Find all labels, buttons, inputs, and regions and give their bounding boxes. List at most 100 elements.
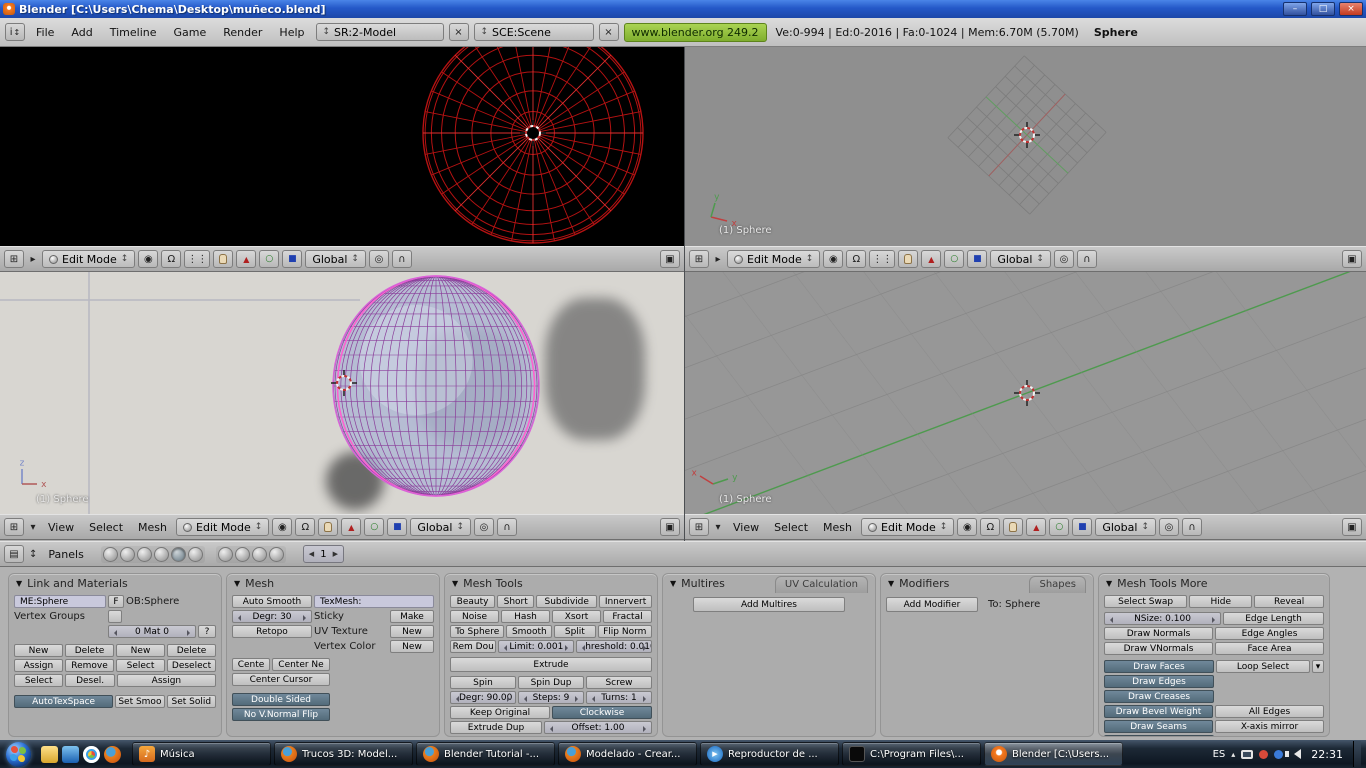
orientation-dropdown[interactable]: Global ↕ — [1095, 518, 1156, 536]
extrude-dup-button[interactable]: Extrude Dup — [450, 721, 542, 734]
manipulator-rotate-icon[interactable]: ○ — [364, 518, 385, 536]
double-sided-toggle[interactable]: Double Sided — [232, 693, 330, 706]
proportional-edit-dropdown[interactable]: ◎ — [1053, 250, 1074, 268]
layer-dots-icon[interactable]: ⋮⋮ — [869, 250, 896, 268]
steps-field[interactable]: Steps: 9 — [518, 691, 584, 704]
minimize-button[interactable]: – — [1283, 2, 1307, 16]
tab-shapes[interactable]: Shapes — [1029, 576, 1086, 593]
snap-icon[interactable]: ∩ — [496, 518, 517, 536]
context-editing-icon[interactable] — [170, 546, 186, 562]
viewport-user-persp-top[interactable]: xy (1) Sphere — [685, 47, 1366, 246]
context-scene-icon[interactable] — [187, 546, 203, 562]
start-button[interactable] — [6, 741, 31, 767]
retopo-toggle[interactable]: Retopo — [232, 625, 312, 638]
viewport-shading-dropdown[interactable]: ◉ — [823, 250, 844, 268]
menu-mesh[interactable]: Mesh — [132, 520, 173, 535]
draw-vnormals-toggle[interactable]: Draw VNormals — [1104, 642, 1213, 655]
panel-header[interactable]: ▼ Multires — [670, 577, 725, 590]
decrement-icon[interactable]: ◀ — [309, 550, 314, 558]
menu-view[interactable]: View — [42, 520, 80, 535]
manipulator-scale-icon[interactable]: ■ — [967, 250, 988, 268]
smooth-button[interactable]: Smooth — [506, 625, 553, 638]
maximize-button[interactable]: □ — [1311, 2, 1335, 16]
proportional-edit-dropdown[interactable]: ◎ — [473, 518, 494, 536]
task-browser-1[interactable]: Trucos 3D: Model... — [274, 742, 413, 766]
context-logic-icon[interactable] — [102, 546, 118, 562]
innervert-button[interactable]: Innervert — [599, 595, 652, 608]
viewport-user-persp[interactable]: yx (1) Sphere — [685, 272, 1366, 514]
menu-help[interactable]: Help — [273, 25, 310, 40]
hash-button[interactable]: Hash — [501, 610, 550, 623]
draw-seams-toggle[interactable]: Draw Seams — [1104, 720, 1213, 733]
subcontext-texture-icon[interactable] — [251, 546, 267, 562]
manipulator-hand-icon[interactable] — [213, 250, 234, 268]
editor-type-buttons-icon[interactable]: ▤ — [4, 545, 24, 563]
short-toggle[interactable]: Short — [497, 595, 535, 608]
fake-user-button[interactable]: F — [108, 595, 124, 608]
manipulator-hand-icon[interactable] — [1003, 518, 1024, 536]
screen-selector[interactable]: ↕ SR:2-Model — [315, 23, 444, 41]
viewport-canvas[interactable]: xy — [685, 47, 1366, 246]
reveal-button[interactable]: Reveal — [1254, 595, 1324, 608]
snap-icon[interactable]: ∩ — [1076, 250, 1097, 268]
vgroup-select-button[interactable]: Select — [14, 674, 64, 687]
manipulator-translate-icon[interactable]: ▲ — [921, 250, 942, 268]
task-music[interactable]: ♪ Música — [132, 742, 271, 766]
firefox-icon[interactable] — [104, 745, 121, 763]
face-area-toggle[interactable]: Face Area — [1215, 642, 1324, 655]
uv-texture-new-button[interactable]: New — [390, 625, 434, 638]
editor-type-icon[interactable]: ⊞ — [4, 250, 24, 268]
center-cursor-button[interactable]: Center Cursor — [232, 673, 330, 686]
panel-header[interactable]: ▼ Modifiers — [888, 577, 949, 590]
texmesh-field[interactable]: TexMesh: — [314, 595, 434, 608]
manipulator-scale-icon[interactable]: ■ — [1072, 518, 1093, 536]
draw-edges-toggle[interactable]: Draw Edges — [1104, 675, 1214, 688]
edge-length-toggle[interactable]: Edge Length — [1223, 612, 1324, 625]
vertex-color-new-button[interactable]: New — [390, 640, 434, 653]
pivot-dropdown[interactable]: Ω — [295, 518, 316, 536]
snap-icon[interactable]: ∩ — [1181, 518, 1202, 536]
select-swap-button[interactable]: Select Swap — [1104, 595, 1188, 608]
close-button[interactable]: × — [1339, 2, 1363, 16]
frame-number-field[interactable]: ◀ 1 ▶ — [302, 545, 344, 563]
pivot-dropdown[interactable]: Ω — [980, 518, 1001, 536]
degrees-field[interactable]: Degr: 90.00 — [450, 691, 516, 704]
menus-collapse-icon[interactable]: ▸ — [27, 250, 39, 268]
mode-dropdown[interactable]: Edit Mode ↕ — [176, 518, 270, 536]
viewport-canvas[interactable]: zx — [0, 272, 684, 514]
material-select-button[interactable]: Select — [116, 659, 165, 672]
edge-angles-toggle[interactable]: Edge Angles — [1215, 627, 1324, 640]
clock[interactable]: 22:31 — [1311, 748, 1343, 761]
context-script-icon[interactable] — [119, 546, 135, 562]
viewport-split-divider[interactable] — [684, 47, 685, 541]
centre-button[interactable]: Cente — [232, 658, 270, 671]
hide-button[interactable]: Hide — [1189, 595, 1253, 608]
vgroup-remove-button[interactable]: Remove — [65, 659, 114, 672]
menu-mesh[interactable]: Mesh — [817, 520, 858, 535]
keep-original-toggle[interactable]: Keep Original — [450, 706, 550, 719]
tab-uv-calculation[interactable]: UV Calculation — [774, 576, 868, 593]
chrome-icon[interactable] — [83, 745, 100, 763]
subcontext-lamp-icon[interactable] — [217, 546, 233, 562]
vgroup-deselect-button[interactable]: Desel. — [65, 674, 115, 687]
add-multires-button[interactable]: Add Multires — [693, 597, 845, 612]
manipulator-hand-icon[interactable] — [318, 518, 339, 536]
manipulator-hand-icon[interactable] — [898, 250, 919, 268]
menus-expand-icon[interactable]: ▾ — [27, 518, 39, 536]
volume-icon[interactable] — [1285, 749, 1302, 759]
screen-delete-button[interactable]: × — [448, 23, 469, 41]
noise-button[interactable]: Noise — [450, 610, 499, 623]
subcontext-material-icon[interactable] — [234, 546, 250, 562]
panel-collapse-icon[interactable]: ▼ — [670, 579, 676, 588]
tray-blue-app-icon[interactable] — [1274, 749, 1284, 759]
limit-field[interactable]: Limit: 0.001 — [498, 640, 575, 653]
menu-game[interactable]: Game — [168, 25, 213, 40]
panel-collapse-icon[interactable]: ▼ — [234, 579, 240, 588]
screw-button[interactable]: Screw — [586, 676, 652, 689]
task-browser-3[interactable]: Modelado - Crear... — [558, 742, 697, 766]
material-new-button[interactable]: New — [116, 644, 165, 657]
nsize-field[interactable]: NSize: 0.100 — [1104, 612, 1221, 625]
spin-button[interactable]: Spin — [450, 676, 516, 689]
rem-doubles-button[interactable]: Rem Dou — [450, 640, 497, 653]
material-assign-button[interactable]: Assign — [116, 674, 216, 687]
